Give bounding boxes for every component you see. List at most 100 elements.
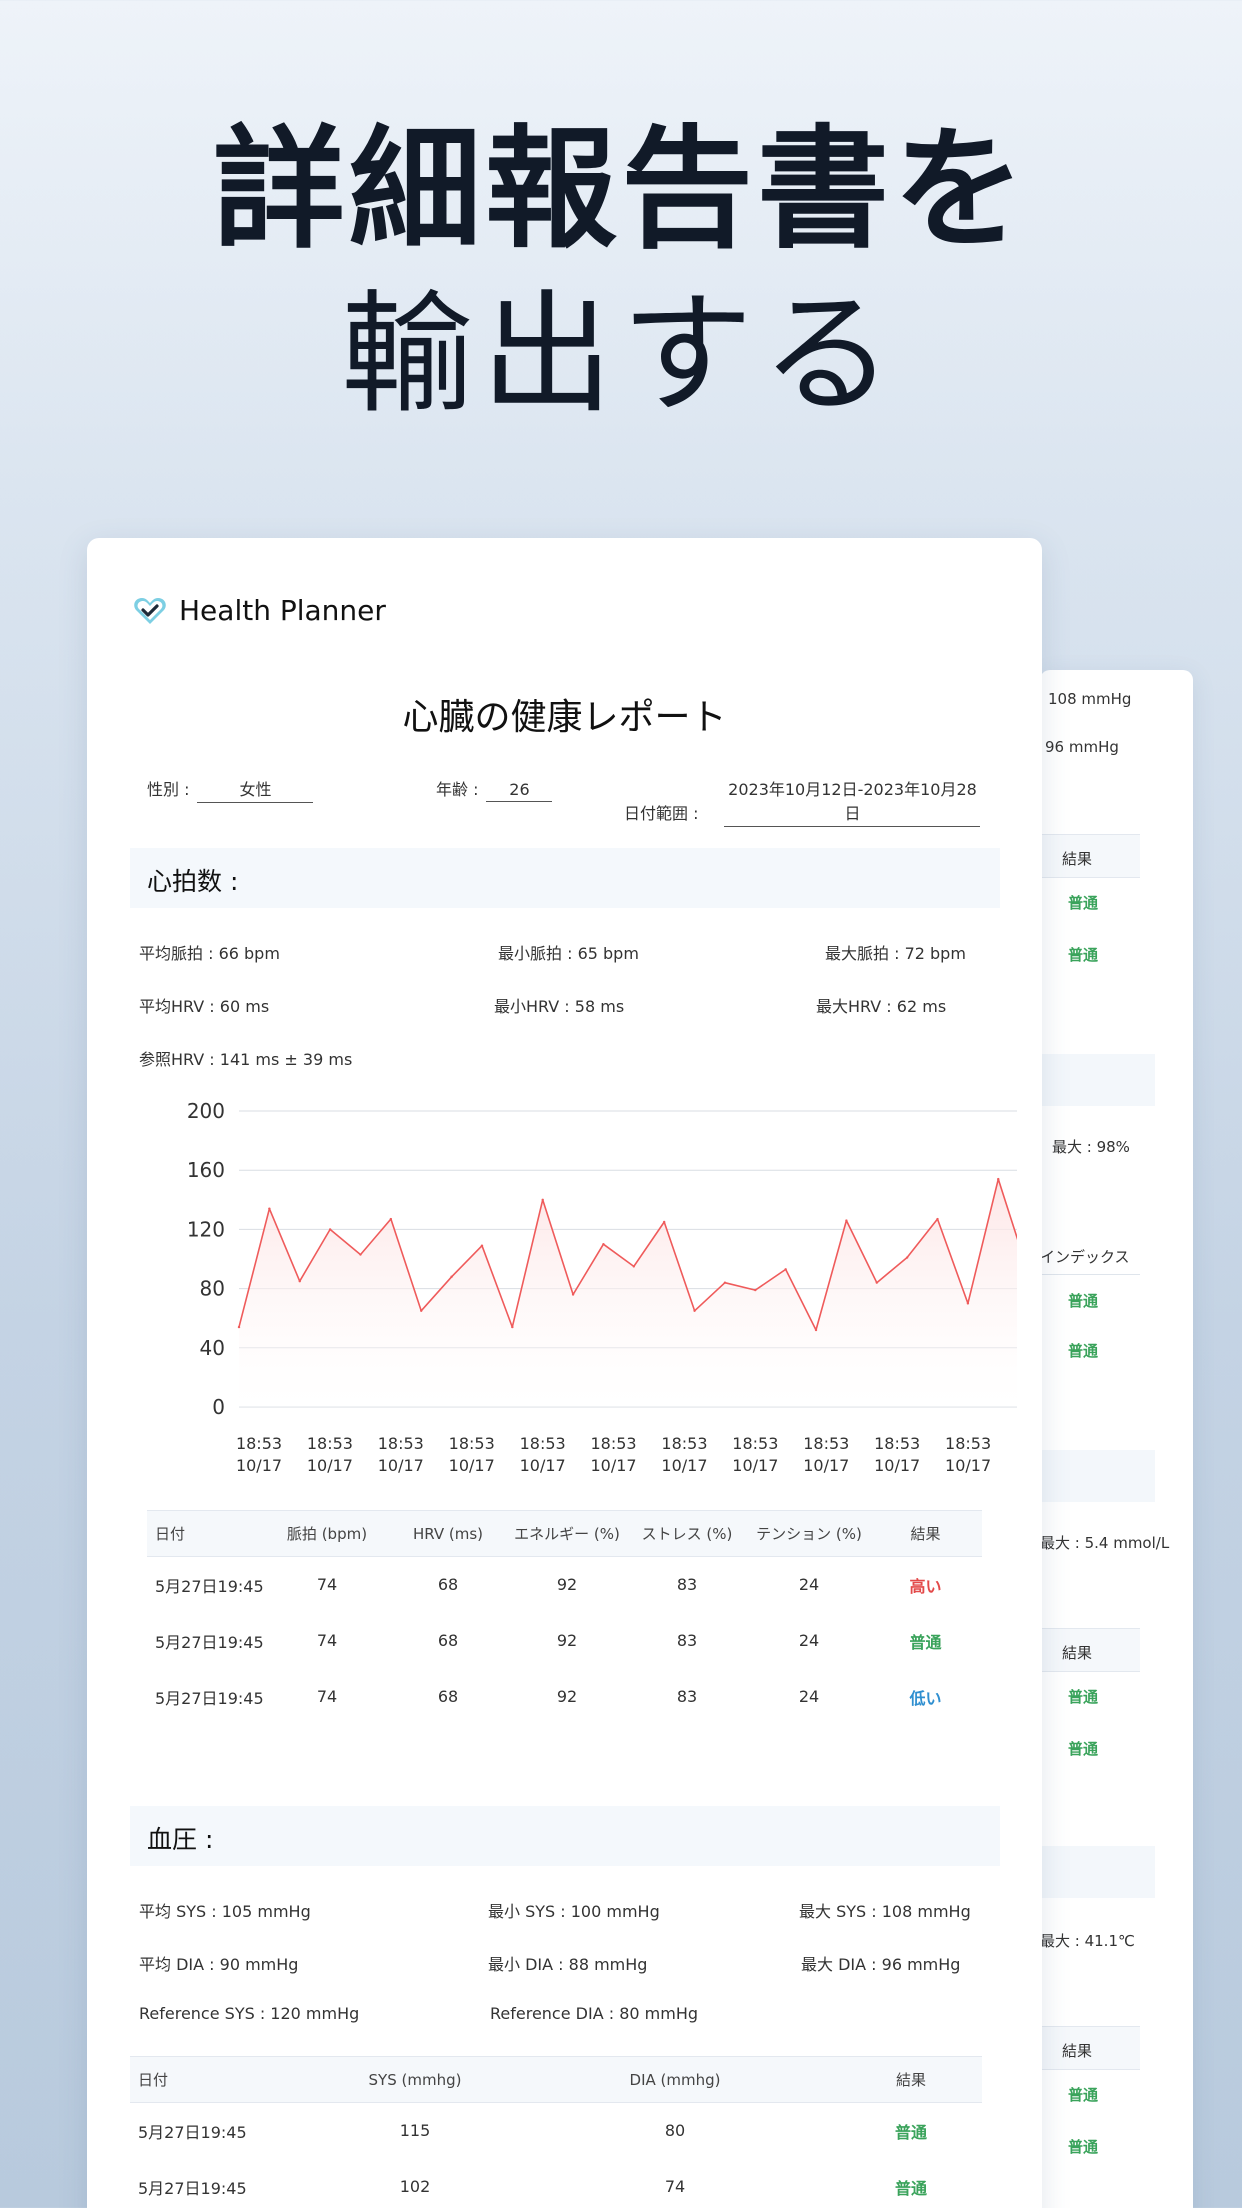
x-tick-label: 18:5310/17 [732,1434,778,1475]
heart-rate-point [389,1217,393,1221]
y-tick-label: 120 [187,1217,225,1241]
x-tick-label: 18:5310/17 [449,1434,495,1475]
heart-rate-point [511,1325,514,1329]
heart-rate-point [420,1309,423,1312]
avg-hrv: 平均HRV : 60 ms [139,997,270,1016]
heart-rate-point [602,1243,605,1246]
y-tick-label: 80 [200,1277,225,1301]
x-tick-label: 18:5310/17 [945,1434,991,1475]
date-range-field: 日付範囲 : 2023年10月12日-2023年10月28日 [624,776,981,827]
col-date: 日付 [130,2056,320,2103]
back-temp-max: 最大 : 41.1℃ [1040,1932,1135,1950]
heart-data-table: 日付 脈拍 (bpm) HRV (ms) エネルギー (%) ストレス (%) … [147,1510,982,1725]
max-sys: 最大 SYS : 108 mmHg [799,1902,971,1921]
cell-date: 5月27日19:45 [155,1632,264,1652]
max-dia: 最大 DIA : 96 mmHg [801,1955,961,1974]
age-value: 26 [486,780,553,802]
age-label: 年齢 : [436,780,479,799]
avg-dia: 平均 DIA : 90 mmHg [139,1955,299,1974]
date-range-value: 2023年10月12日-2023年10月28日 [724,776,981,827]
heart-rate-point [845,1219,848,1222]
heart-rate-point [571,1293,575,1296]
back-sys-max: 108 mmHg [1048,690,1132,708]
cell-hrv: 68 [437,1575,459,1595]
back-result-header-4: 結果 [1062,2042,1093,2060]
back-spo2-max: 最大 : 98% [1052,1138,1130,1156]
heart-rate-point [328,1228,332,1231]
heart-rate-point [359,1253,362,1256]
min-dia: 最小 DIA : 88 mmHg [488,1955,648,1974]
y-tick-label: 0 [212,1395,225,1419]
heart-rate-point [268,1207,271,1210]
back-dia-max: 96 mmHg [1045,738,1119,756]
heart-rate-point [966,1302,970,1305]
x-tick-label: 18:5310/17 [1016,1434,1017,1475]
cell-date: 5月27日19:45 [155,1688,264,1708]
heart-rate-point [997,1177,1000,1181]
cell-result-normal: 普通 [894,2122,927,2142]
cell-tension: 24 [798,1631,820,1650]
cell-pulse: 74 [316,1575,338,1595]
cell-tension: 24 [798,1687,820,1706]
cell-hrv: 68 [437,1631,459,1650]
x-tick-label: 18:5310/17 [307,1434,353,1475]
cell-sys: 115 [399,2121,431,2141]
gender-field: 性別 : 女性 [147,776,314,803]
cell-dia: 80 [664,2121,686,2141]
back-result-header-1: 結果 [1062,850,1093,868]
heart-rate-point [298,1280,301,1283]
heart-rate-point [693,1309,696,1312]
min-pulse: 最小脈拍 : 65 bpm [498,944,639,963]
col-energy: エネルギー (%) [509,1510,625,1557]
cell-result-normal: 普通 [909,1632,942,1652]
heart-rate-point [905,1256,909,1259]
bp-section-header: 血圧 : [130,1806,1000,1866]
reference-hrv: 参照HRV : 141 ms ± 39 ms [139,1050,353,1069]
cell-hrv: 68 [437,1687,459,1706]
back-result-4b: 普通 [1068,2138,1099,2156]
avg-sys: 平均 SYS : 105 mmHg [139,1902,311,1921]
bp-data-table: 日付 SYS (mmhg) DIA (mmhg) 結果 5月27日19:45 1… [130,2056,982,2208]
x-tick-label: 18:5310/17 [236,1434,282,1475]
heart-check-icon [134,597,166,624]
heart-rate-area [239,1179,1017,1407]
col-result: 結果 [840,2056,982,2103]
cell-result-low: 低い [909,1688,942,1708]
report-title: 心臓の健康レポート [402,697,727,738]
heart-rate-chart-svg: 0 40 80 120 160 200 18:53 10/17 18:53 10/17 18:53 1… [187,1099,1017,1475]
x-tick-label: 18:5310/17 [874,1434,920,1475]
heart-rate-point [632,1265,636,1268]
heart-rate-point [784,1268,787,1271]
back-report-card: 108 mmHg 96 mmHg 結果 普通 普通 最大 : 98% インデック… [1040,670,1193,2208]
back-result-header-3: 結果 [1062,1644,1093,1662]
heart-rate-point [936,1217,939,1221]
back-result-2b: 普通 [1068,1342,1099,1360]
back-result-3a: 普通 [1068,1688,1099,1706]
cell-stress: 83 [676,1687,698,1706]
table-row: 5月27日19:45 74 68 92 83 24 普通 [147,1613,982,1669]
heart-section-title: 心拍数 : [147,867,239,896]
avg-pulse: 平均脈拍 : 66 bpm [139,944,280,963]
bp-section-title: 血圧 : [147,1825,214,1854]
heart-rate-point [237,1325,241,1329]
heart-rate-point [875,1281,878,1284]
back-index-header: インデックス [1040,1248,1130,1266]
back-result-4a: 普通 [1068,2086,1099,2104]
date-range-label: 日付範囲 : [624,804,699,823]
brand: Health Planner [133,594,386,627]
heart-rate-point [480,1244,484,1247]
x-tick-label: 18:5310/17 [520,1434,566,1475]
reference-sys: Reference SYS : 120 mmHg [139,2004,360,2023]
cell-dia: 74 [664,2177,686,2196]
table-header-row: 日付 SYS (mmhg) DIA (mmhg) 結果 [130,2056,982,2103]
cell-date: 5月27日19:45 [138,2178,247,2198]
min-sys: 最小 SYS : 100 mmHg [488,1902,660,1921]
max-hrv: 最大HRV : 62 ms [816,997,947,1016]
heart-rate-chart: 0 40 80 120 160 200 18:53 10/17 18:53 10/17 18:53 1… [117,1093,1017,1523]
cell-pulse: 74 [316,1687,338,1706]
col-dia: DIA (mmhg) [510,2056,840,2103]
hero-line-1: 詳細報告書を [213,113,1029,267]
heart-rate-point [754,1288,757,1292]
hero-line-2: 輸出する [341,278,901,432]
hero-headline: 詳細報告書を 輸出する [0,108,1242,438]
